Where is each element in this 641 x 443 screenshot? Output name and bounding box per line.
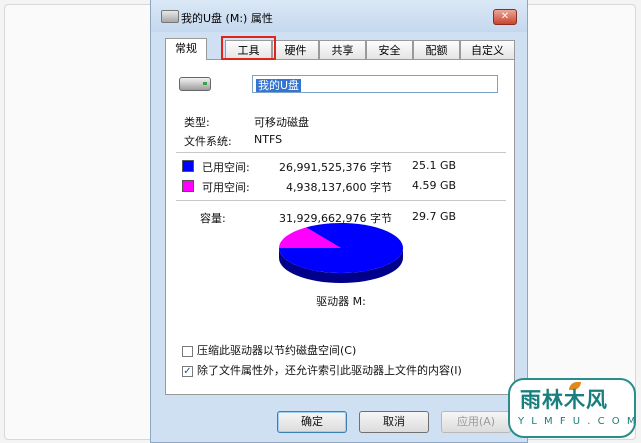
drive-name-text: 我的U盘 bbox=[256, 79, 302, 92]
filesystem-value: NTFS bbox=[254, 133, 283, 146]
tools-tab-highlight-box bbox=[221, 36, 276, 60]
window-title: 我的U盘 (M:) 属性 bbox=[181, 12, 273, 25]
compress-option[interactable]: 压缩此驱动器以节约磁盘空间(C) bbox=[182, 342, 356, 358]
capacity-gb: 29.7 GB bbox=[412, 210, 457, 223]
drive-letter-label: 驱动器 M: bbox=[316, 295, 366, 308]
index-option[interactable]: ✓ 除了文件属性外，还允许索引此驱动器上文件的内容(I) bbox=[182, 362, 462, 378]
drive-name-input[interactable]: 我的U盘 bbox=[252, 75, 498, 93]
tab-customize[interactable]: 自定义 bbox=[460, 40, 515, 59]
index-label: 除了文件属性外，还允许索引此驱动器上文件的内容(I) bbox=[197, 364, 462, 377]
watermark-title: 雨林木风 bbox=[520, 388, 608, 412]
separator bbox=[176, 152, 506, 153]
usb-drive-icon bbox=[179, 77, 211, 91]
apply-button[interactable]: 应用(A) bbox=[441, 411, 511, 433]
disk-usage-pie-chart bbox=[279, 223, 403, 283]
used-space-bytes: 26,991,525,376 字节 bbox=[279, 161, 392, 174]
tab-hardware[interactable]: 硬件 bbox=[272, 40, 319, 59]
tab-general[interactable]: 常规 bbox=[165, 38, 207, 60]
index-checkbox[interactable]: ✓ bbox=[182, 365, 193, 377]
type-label: 类型: bbox=[184, 116, 210, 129]
tab-strip: 常规 工具 硬件 共享 安全 配额 自定义 bbox=[165, 36, 515, 60]
compress-checkbox[interactable] bbox=[182, 345, 193, 357]
tab-sharing[interactable]: 共享 bbox=[319, 40, 366, 59]
title-bar[interactable]: 我的U盘 (M:) 属性 ✕ bbox=[151, 0, 527, 32]
free-space-gb: 4.59 GB bbox=[412, 179, 457, 192]
used-space-gb: 25.1 GB bbox=[412, 159, 457, 172]
drive-title-icon bbox=[161, 10, 179, 23]
separator bbox=[176, 200, 506, 201]
general-panel: 我的U盘 类型: 可移动磁盘 文件系统: NTFS 已用空间: 26,991,5… bbox=[165, 59, 515, 395]
watermark-url: Y L M F U . C O M bbox=[518, 416, 636, 427]
site-watermark-logo: 雨林木风 Y L M F U . C O M bbox=[508, 378, 636, 438]
filesystem-label: 文件系统: bbox=[184, 135, 232, 148]
close-button[interactable]: ✕ bbox=[493, 9, 517, 25]
compress-label: 压缩此驱动器以节约磁盘空间(C) bbox=[197, 344, 357, 357]
tab-quota[interactable]: 配额 bbox=[413, 40, 460, 59]
ok-button[interactable]: 确定 bbox=[277, 411, 347, 433]
cancel-button[interactable]: 取消 bbox=[359, 411, 429, 433]
type-value: 可移动磁盘 bbox=[254, 116, 309, 129]
free-space-bytes: 4,938,137,600 字节 bbox=[286, 181, 392, 194]
properties-dialog: 我的U盘 (M:) 属性 ✕ 常规 工具 硬件 共享 安全 配额 自定义 我的U… bbox=[150, 0, 528, 443]
tab-security[interactable]: 安全 bbox=[366, 40, 413, 59]
